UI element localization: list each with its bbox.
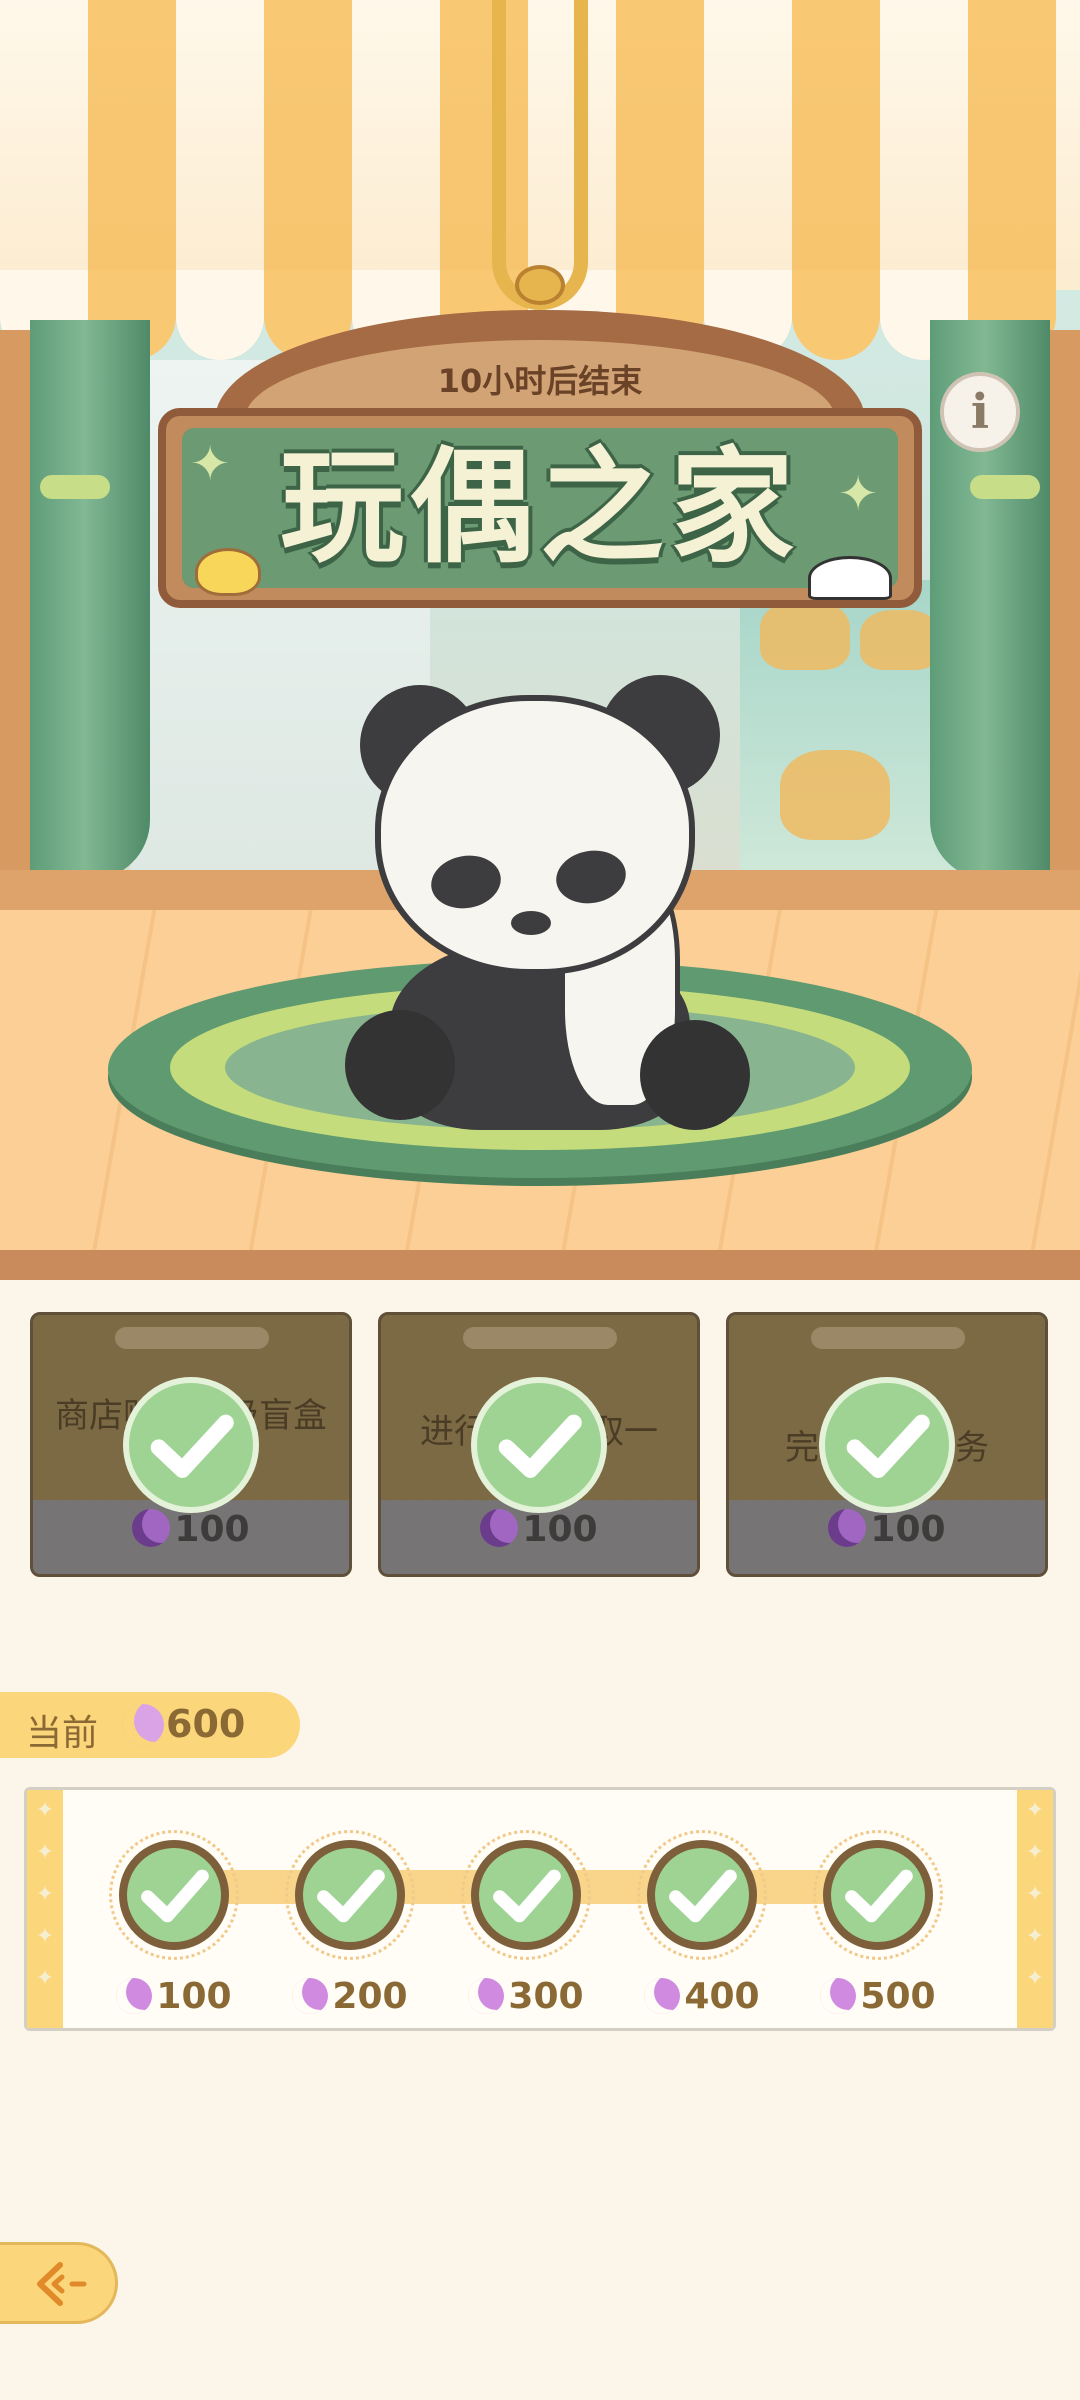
sign-knot (515, 265, 565, 305)
back-button[interactable] (0, 2242, 118, 2324)
card-tab (463, 1327, 617, 1349)
event-title: 玩偶之家 (279, 436, 800, 580)
milestone-label: 500 (803, 1976, 953, 2017)
awning-scallop (792, 270, 880, 360)
milestone-value: 100 (156, 1976, 232, 2017)
panda-doll[interactable] (340, 670, 760, 1130)
mini-panda-icon (808, 556, 892, 600)
check-icon (119, 1840, 229, 1950)
info-icon: i (970, 384, 990, 440)
milestone-label: 100 (99, 1976, 249, 2017)
check-icon (471, 1377, 607, 1513)
sparkle-icon: ✦ (190, 436, 231, 492)
panda-eye (552, 845, 630, 909)
task-card[interactable]: 完成每日任务 100 (726, 1312, 1048, 1577)
shelf-toy (760, 600, 850, 670)
task-card[interactable]: 进行扭蛋领取一 100 (378, 1312, 700, 1577)
shelf-toy (860, 610, 940, 670)
panda-eye (427, 850, 505, 914)
check-icon (123, 1377, 259, 1513)
current-value: 600 (166, 1702, 246, 1746)
sign-rope (492, 0, 588, 310)
card-tab (115, 1327, 269, 1349)
milestone-value: 500 (860, 1976, 936, 2017)
sparkle-icon: ✦ (838, 466, 879, 522)
shelf-toy (780, 750, 890, 840)
moon-icon (828, 1509, 867, 1547)
chick-icon (195, 548, 261, 596)
milestone-value: 300 (508, 1976, 584, 2017)
task-reward-value: 100 (522, 1509, 598, 1550)
check-icon (647, 1840, 757, 1950)
moon-icon (292, 1978, 329, 2014)
task-card[interactable]: 商店购买高级盲盒 100 (30, 1312, 352, 1577)
check-icon (819, 1377, 955, 1513)
task-reward: 100 (381, 1509, 697, 1550)
task-list: 商店购买高级盲盒 100 进行扭蛋领取一 100 完成每日任务 100 (0, 1312, 1080, 1580)
milestone-value: 200 (332, 1976, 408, 2017)
panda-nose (511, 911, 551, 935)
moon-icon (468, 1978, 505, 2014)
current-label: 当前 (26, 1713, 99, 1754)
milestone-label: 300 (451, 1976, 601, 2017)
moon-icon (644, 1978, 681, 2014)
panda-head (375, 695, 695, 975)
moon-icon (116, 1978, 153, 2014)
task-reward: 100 (33, 1509, 349, 1550)
moon-icon (132, 1509, 171, 1547)
shop-scene: 10小时后结束 玩偶之家 ✦ ✦ i (0, 0, 1080, 1280)
moon-icon (122, 1704, 164, 1746)
awning-scallop (176, 270, 264, 360)
track-side-left: ✦ ✦ ✦ ✦ ✦ (27, 1790, 63, 2028)
current-points: 当前 600 (0, 1692, 300, 1758)
task-reward-value: 100 (174, 1509, 250, 1550)
moon-icon (480, 1509, 519, 1547)
milestone-track: ✦ ✦ ✦ ✦ ✦ ✦ ✦ ✦ ✦ ✦ 100 200 300 400 500 (24, 1787, 1056, 2031)
milestone-value: 400 (684, 1976, 760, 2017)
moon-icon (820, 1978, 857, 2014)
panda-foot (640, 1020, 750, 1130)
floor-edge (0, 1250, 1080, 1280)
milestone-label: 400 (627, 1976, 777, 2017)
check-icon (295, 1840, 405, 1950)
event-timer: 10小时后结束 (437, 362, 643, 400)
card-tab (811, 1327, 965, 1349)
curtain-left (30, 320, 150, 880)
track-side-right: ✦ ✦ ✦ ✦ ✦ (1017, 1790, 1053, 2028)
milestone-label: 200 (275, 1976, 425, 2017)
check-icon (471, 1840, 581, 1950)
panda-foot (345, 1010, 455, 1120)
back-icon (37, 2262, 87, 2306)
task-reward: 100 (729, 1509, 1045, 1550)
info-button[interactable]: i (940, 372, 1020, 452)
check-icon (823, 1840, 933, 1950)
task-reward-value: 100 (870, 1509, 946, 1550)
